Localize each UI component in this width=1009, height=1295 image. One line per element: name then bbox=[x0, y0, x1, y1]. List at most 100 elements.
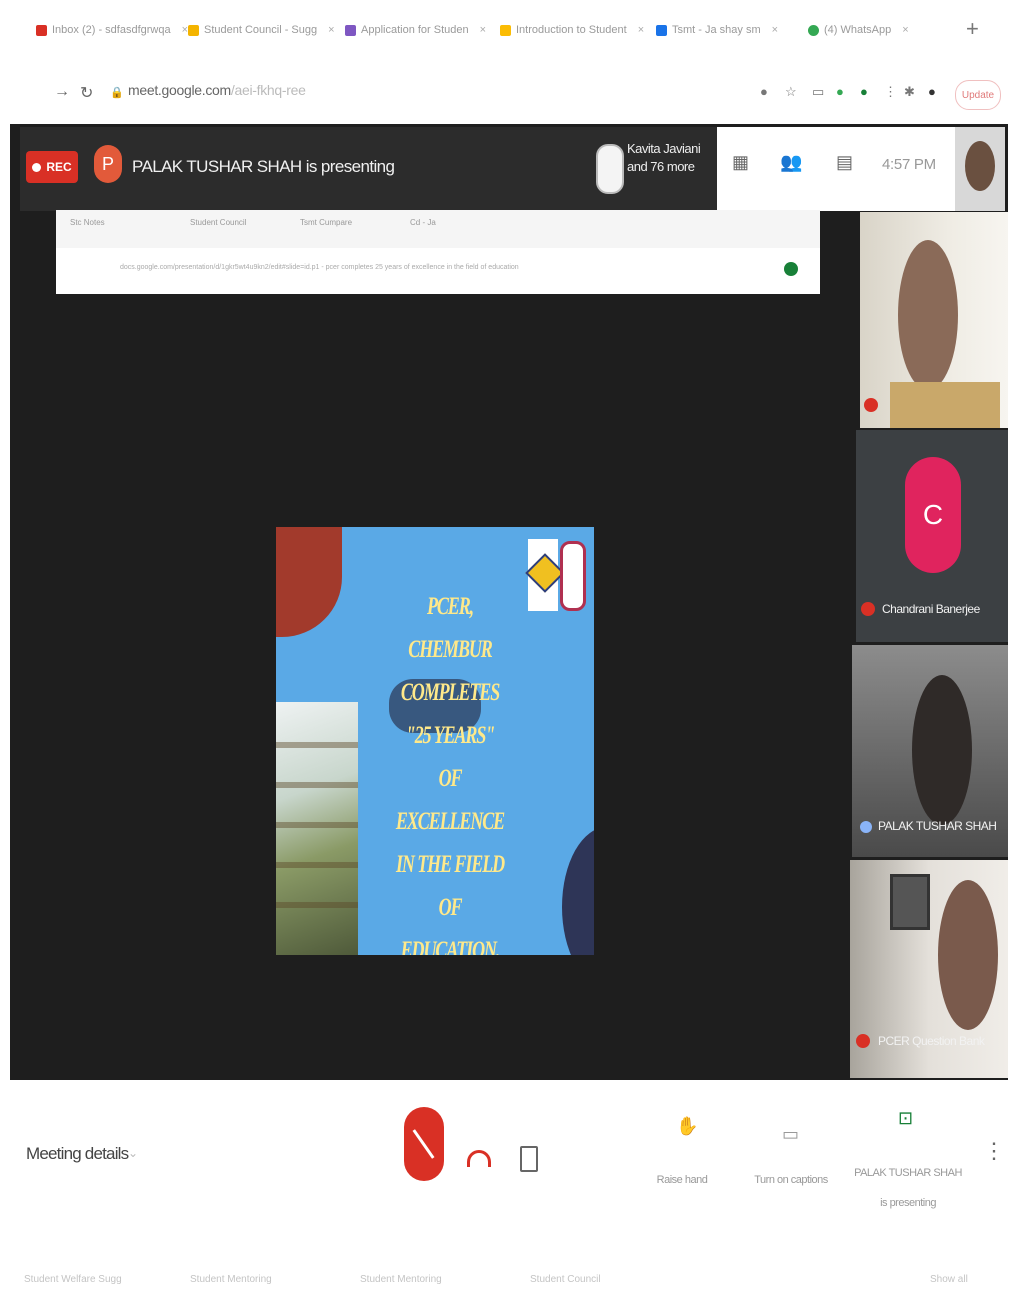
extension-icon[interactable]: ● bbox=[860, 84, 868, 99]
shared-tab: Cd - Ja bbox=[410, 218, 436, 227]
slides-icon bbox=[500, 24, 511, 36]
forms-icon bbox=[345, 24, 356, 36]
browser-tab[interactable]: Introduction to Student × bbox=[500, 18, 644, 42]
tab-label: Introduction to Student bbox=[516, 24, 627, 36]
browser-tab[interactable]: Inbox (2) - sdfasdfgrwqa × bbox=[36, 18, 188, 42]
present-label-line: is presenting bbox=[880, 1197, 936, 1209]
mic-toggle-button[interactable] bbox=[404, 1107, 444, 1181]
close-icon[interactable]: × bbox=[772, 24, 778, 36]
college-seal bbox=[560, 541, 586, 611]
slide-line: "25 YEARS" bbox=[405, 722, 495, 749]
slide-line: COMPLETES bbox=[400, 679, 500, 706]
slide-line: OF EXCELLENCE bbox=[395, 765, 505, 835]
tab-label: Tsmt - Ja shay sm bbox=[672, 24, 761, 36]
slide-building-photo bbox=[276, 702, 358, 955]
hangup-button[interactable] bbox=[467, 1150, 491, 1167]
participant-tile[interactable]: PCER Question Bank bbox=[850, 860, 1008, 1078]
record-dot-icon bbox=[32, 162, 42, 172]
forms-icon bbox=[188, 24, 199, 36]
speaking-icon bbox=[860, 821, 872, 833]
slide-title: PCER, CHEMBUR COMPLETES "25 YEARS" OF EXCEL… bbox=[385, 585, 515, 955]
captions-icon[interactable]: ▭ bbox=[782, 1124, 799, 1145]
browser-tab[interactable]: Student Council - Sugg × bbox=[188, 18, 335, 42]
shared-browser-tabs bbox=[56, 210, 820, 249]
shared-url: docs.google.com/presentation/d/1gkr5wt4u… bbox=[120, 264, 519, 271]
browser-tab[interactable]: Tsmt - Ja shay sm × bbox=[656, 18, 778, 42]
new-tab-button[interactable]: + bbox=[966, 18, 979, 40]
browser-tab[interactable]: Application for Studen × bbox=[345, 18, 486, 42]
close-icon[interactable]: × bbox=[638, 24, 644, 36]
mic-off-icon bbox=[856, 1034, 870, 1048]
slide-decoration bbox=[276, 527, 342, 637]
close-icon[interactable]: × bbox=[328, 24, 334, 36]
slide-decoration bbox=[562, 827, 594, 955]
tab-label: Application for Studen bbox=[361, 24, 469, 36]
download-item[interactable]: Student Council bbox=[530, 1274, 601, 1285]
url-field[interactable]: meet.google.com/aei-fkhq-ree bbox=[128, 82, 306, 98]
others-line1: Kavita Javiani bbox=[627, 141, 701, 156]
participant-clothing bbox=[890, 382, 1000, 428]
participant-video bbox=[965, 141, 995, 191]
profile-avatar[interactable]: ● bbox=[928, 84, 936, 99]
raise-hand-icon[interactable]: ✋ bbox=[676, 1116, 698, 1137]
mic-off-icon bbox=[861, 602, 875, 616]
presenter-avatar: P bbox=[94, 145, 122, 183]
browser-tab[interactable]: (4) WhatsApp × bbox=[808, 18, 909, 42]
grid-layout-icon[interactable]: ▦ bbox=[732, 152, 749, 173]
shared-tab: Student Council bbox=[190, 218, 247, 227]
gmail-icon bbox=[36, 24, 47, 36]
self-view-tile[interactable] bbox=[955, 127, 1005, 211]
page-icon bbox=[656, 24, 667, 36]
reload-icon[interactable]: ↻ bbox=[80, 83, 93, 103]
presenting-text: PALAK TUSHAR SHAH is presenting bbox=[132, 157, 395, 176]
chat-icon[interactable]: ▤ bbox=[836, 152, 853, 173]
participant-tile[interactable]: PALAK TUSHAR SHAH bbox=[852, 645, 1008, 857]
others-count[interactable]: Kavita Javiani and 76 more bbox=[627, 140, 701, 176]
tab-label: Inbox (2) - sdfasdfgrwqa bbox=[52, 24, 171, 36]
participant-tile[interactable] bbox=[860, 212, 1008, 428]
puzzle-icon[interactable]: ✱ bbox=[904, 84, 915, 100]
close-icon[interactable]: × bbox=[902, 24, 908, 36]
others-line2: and 76 more bbox=[627, 159, 695, 174]
shared-tab: Stc Notes bbox=[70, 218, 105, 227]
update-button[interactable]: Update bbox=[955, 80, 1001, 110]
url-host: meet.google.com bbox=[128, 82, 231, 98]
people-icon[interactable]: 👥 bbox=[780, 152, 802, 173]
meeting-clock: 4:57 PM bbox=[882, 156, 936, 173]
download-item[interactable]: Student Welfare Sugg bbox=[24, 1274, 122, 1285]
camera-button[interactable] bbox=[520, 1146, 538, 1172]
download-item[interactable]: Student Mentoring bbox=[360, 1274, 442, 1285]
download-item[interactable]: Student Mentoring bbox=[190, 1274, 272, 1285]
raise-hand-label[interactable]: Raise hand bbox=[650, 1174, 714, 1186]
close-icon[interactable]: × bbox=[480, 24, 486, 36]
present-label[interactable]: PALAK TUSHAR SHAH is presenting bbox=[852, 1158, 964, 1218]
recording-badge: REC bbox=[26, 151, 78, 183]
mic-off-icon bbox=[412, 1129, 435, 1159]
participant-name: PALAK TUSHAR SHAH bbox=[878, 819, 997, 833]
slide-line: PCER, CHEMBUR bbox=[408, 593, 493, 663]
participant-face bbox=[898, 240, 958, 390]
show-all-button[interactable]: Show all bbox=[930, 1274, 968, 1285]
extension-icon[interactable]: ⋮ bbox=[884, 84, 897, 100]
star-icon[interactable]: ☆ bbox=[785, 84, 797, 100]
slide-line: EDUCATION. bbox=[400, 937, 501, 955]
slide-line: IN THE FIELD OF bbox=[395, 851, 505, 921]
captions-label[interactable]: Turn on captions bbox=[746, 1174, 836, 1186]
shared-address-bar bbox=[56, 248, 820, 294]
cast-icon[interactable]: ▭ bbox=[812, 84, 824, 100]
url-path: /aei-fkhq-ree bbox=[230, 82, 306, 98]
participant-avatar bbox=[596, 144, 624, 194]
extension-icon[interactable]: ● bbox=[836, 84, 844, 99]
present-label-line: PALAK TUSHAR SHAH bbox=[854, 1167, 962, 1179]
more-options-icon[interactable]: ⋮ bbox=[983, 1140, 1005, 1162]
chevron-down-icon[interactable]: ⌄ bbox=[128, 1146, 138, 1160]
camera-icon[interactable]: ● bbox=[760, 84, 768, 99]
meeting-details-button[interactable]: Meeting details bbox=[26, 1144, 129, 1164]
whatsapp-icon bbox=[808, 24, 819, 36]
forward-icon[interactable]: → bbox=[54, 83, 70, 101]
lock-icon[interactable]: 🔒 bbox=[110, 86, 124, 99]
tab-label: Student Council - Sugg bbox=[204, 24, 318, 36]
present-icon[interactable]: ⊡ bbox=[898, 1108, 913, 1129]
participant-avatar: C bbox=[905, 457, 961, 573]
rec-label: REC bbox=[46, 160, 72, 174]
